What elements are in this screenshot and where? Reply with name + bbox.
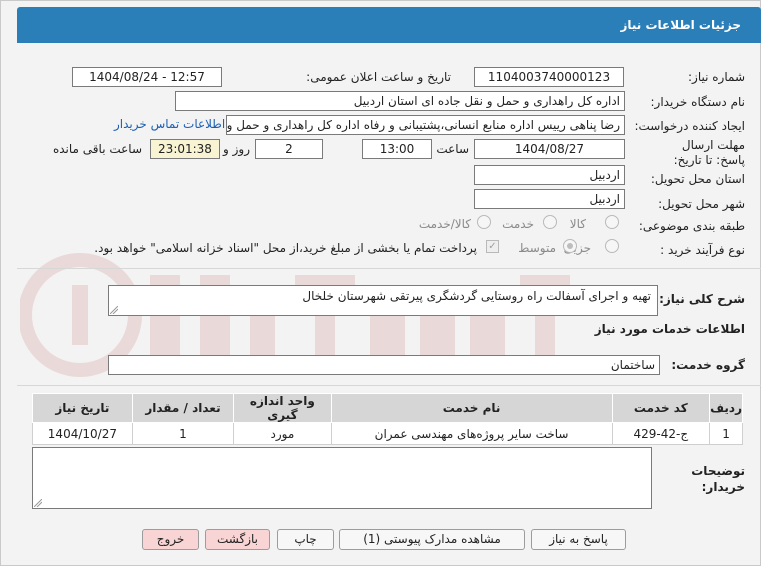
exit-button[interactable]: خروج <box>142 529 199 550</box>
treasury-note: پرداخت تمام یا بخشی از مبلغ خرید،از محل … <box>94 241 477 255</box>
requester-field: رضا پناهی رییس اداره منابع انسانی،پشتیبا… <box>226 115 625 135</box>
need-number-field: 1104003740000123 <box>474 67 624 87</box>
service-info-heading: اطلاعات خدمات مورد نیاز <box>594 322 745 336</box>
col-need-date: تاریخ نیاز <box>32 393 133 423</box>
resize-handle-icon[interactable] <box>110 306 118 314</box>
col-row: ردیف <box>709 393 743 423</box>
cell-unit: مورد <box>233 422 332 445</box>
buyer-notes-label: توضیحات خریدار: <box>691 464 745 494</box>
announce-datetime-field: 1404/08/24 - 12:57 <box>72 67 222 87</box>
deadline-label: مهلت ارسال پاسخ: تا تاریخ: <box>673 138 745 167</box>
general-desc-textarea[interactable]: تهیه و اجرای آسفالت راه روستایی گردشگری … <box>108 285 658 316</box>
col-unit: واحد اندازه گیری <box>233 393 332 423</box>
window-title: جزئیات اطلاعات نیاز <box>17 7 761 43</box>
cell-row: 1 <box>709 422 743 445</box>
announce-datetime-label: تاریخ و ساعت اعلان عمومی: <box>306 70 451 84</box>
col-quantity: تعداد / مقدار <box>131 393 235 423</box>
cell-service-name: ساخت سایر پروژه‌های مهندسی عمران <box>330 422 613 445</box>
province-field: اردبیل <box>474 165 625 185</box>
process-radio-medium[interactable] <box>563 239 577 253</box>
days-field: 2 <box>255 139 323 159</box>
category-radio-goods-service[interactable] <box>477 215 491 229</box>
category-radio-goods[interactable] <box>605 215 619 229</box>
treasury-checkbox[interactable]: ✓ <box>486 240 499 253</box>
city-field: اردبیل <box>474 189 625 209</box>
deadline-hour-label: ساعت <box>436 142 469 156</box>
deadline-time-field: 13:00 <box>362 139 432 159</box>
process-type-label: نوع فرآیند خرید : <box>660 243 745 257</box>
buyer-notes-textarea[interactable] <box>32 447 652 509</box>
buyer-contact-link[interactable]: اطلاعات تماس خریدار <box>114 117 225 131</box>
cell-quantity: 1 <box>131 422 235 445</box>
need-number-label: شماره نیاز: <box>688 70 745 84</box>
back-button[interactable]: بازگشت <box>205 529 270 550</box>
section-divider <box>17 268 761 269</box>
cell-need-date: 1404/10/27 <box>32 422 133 445</box>
reply-button[interactable]: پاسخ به نیاز <box>531 529 626 550</box>
process-radio-minor[interactable] <box>605 239 619 253</box>
cell-service-code: ج-42-429 <box>611 422 711 445</box>
col-service-code: کد خدمت <box>611 393 711 423</box>
category-option-goods-service: کالا/خدمت <box>418 217 471 231</box>
process-option-medium: متوسط <box>518 241 556 255</box>
service-group-field: ساختمان <box>108 355 660 375</box>
service-group-label: گروه خدمت: <box>671 358 745 372</box>
remaining-label: ساعت باقی مانده <box>52 142 142 156</box>
print-button[interactable]: چاپ <box>277 529 334 550</box>
city-label: شهر محل تحویل: <box>658 197 745 211</box>
section-divider-2 <box>17 385 761 386</box>
buyer-org-label: نام دستگاه خریدار: <box>650 95 746 109</box>
remaining-time-field: 23:01:38 <box>150 139 220 159</box>
day-and-label: روز و <box>223 142 250 156</box>
deadline-date-field: 1404/08/27 <box>474 139 625 159</box>
col-service-name: نام خدمت <box>330 393 613 423</box>
resize-handle-icon[interactable] <box>34 499 42 507</box>
province-label: استان محل تحویل: <box>650 172 745 186</box>
requester-label: ایجاد کننده درخواست: <box>634 119 745 133</box>
table-row: 1 ج-42-429 ساخت سایر پروژه‌های مهندسی عم… <box>32 422 743 445</box>
view-attachments-button[interactable]: مشاهده مدارک پیوستی (1) <box>339 529 525 550</box>
general-desc-label: شرح کلی نیاز: <box>659 292 745 306</box>
category-label: طبقه بندی موضوعی: <box>638 219 745 233</box>
category-radio-service[interactable] <box>543 215 557 229</box>
services-table: ردیف کد خدمت نام خدمت واحد اندازه گیری ت… <box>32 393 743 445</box>
buyer-org-field: اداره کل راهداری و حمل و نقل جاده ای است… <box>175 91 625 111</box>
category-option-service: خدمت <box>502 217 534 231</box>
category-option-goods: کالا <box>569 217 586 231</box>
